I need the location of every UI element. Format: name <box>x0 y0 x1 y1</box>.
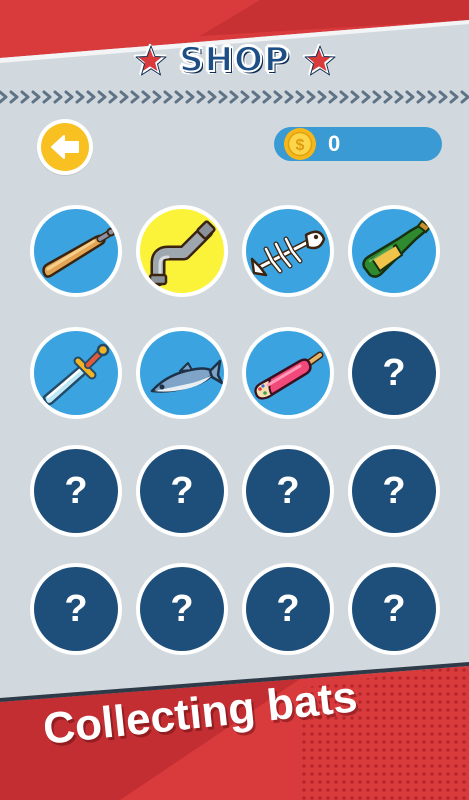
item-slot-fish-bone[interactable] <box>242 205 334 297</box>
locked-item-slot[interactable]: ? <box>348 327 440 419</box>
question-mark: ? <box>64 587 88 630</box>
item-slot-sword[interactable] <box>30 327 122 419</box>
star-icon <box>133 43 167 76</box>
question-mark: ? <box>382 351 406 394</box>
back-button[interactable] <box>37 119 93 175</box>
question-mark: ? <box>382 587 406 630</box>
question-mark: ? <box>276 469 300 512</box>
item-slot-fish[interactable] <box>136 327 228 419</box>
svg-text:$: $ <box>296 137 305 154</box>
fish-bone-icon <box>246 209 330 293</box>
locked-item-slot[interactable]: ? <box>242 445 334 537</box>
dollar-coin-icon: $ <box>284 128 316 160</box>
fish-icon <box>140 331 224 415</box>
pipe-icon <box>140 209 224 293</box>
question-mark: ? <box>382 469 406 512</box>
locked-item-slot[interactable]: ? <box>348 445 440 537</box>
sword-icon <box>34 331 118 415</box>
locked-item-slot[interactable]: ? <box>348 563 440 655</box>
shop-title-banner: SHOP <box>0 38 469 82</box>
question-mark: ? <box>64 469 88 512</box>
bottle-icon <box>352 209 436 293</box>
item-slot-bottle[interactable] <box>348 205 440 297</box>
item-slot-popsicle[interactable] <box>242 327 334 419</box>
arrow-left-icon <box>51 135 79 159</box>
locked-item-slot[interactable]: ? <box>242 563 334 655</box>
item-slot-baseball-bat[interactable] <box>30 205 122 297</box>
question-mark: ? <box>170 587 194 630</box>
locked-item-slot[interactable]: ? <box>136 445 228 537</box>
coin-count: 0 <box>328 131 341 156</box>
locked-item-slot[interactable]: ? <box>30 563 122 655</box>
star-icon <box>302 43 336 76</box>
baseball-bat-icon <box>34 209 118 293</box>
locked-item-slot[interactable]: ? <box>30 445 122 537</box>
item-slot-pipe[interactable] <box>136 205 228 297</box>
page-title: SHOP <box>178 39 290 81</box>
chevron-divider <box>0 90 469 104</box>
locked-item-slot[interactable]: ? <box>136 563 228 655</box>
popsicle-icon <box>246 331 330 415</box>
question-mark: ? <box>276 587 300 630</box>
question-mark: ? <box>170 469 194 512</box>
